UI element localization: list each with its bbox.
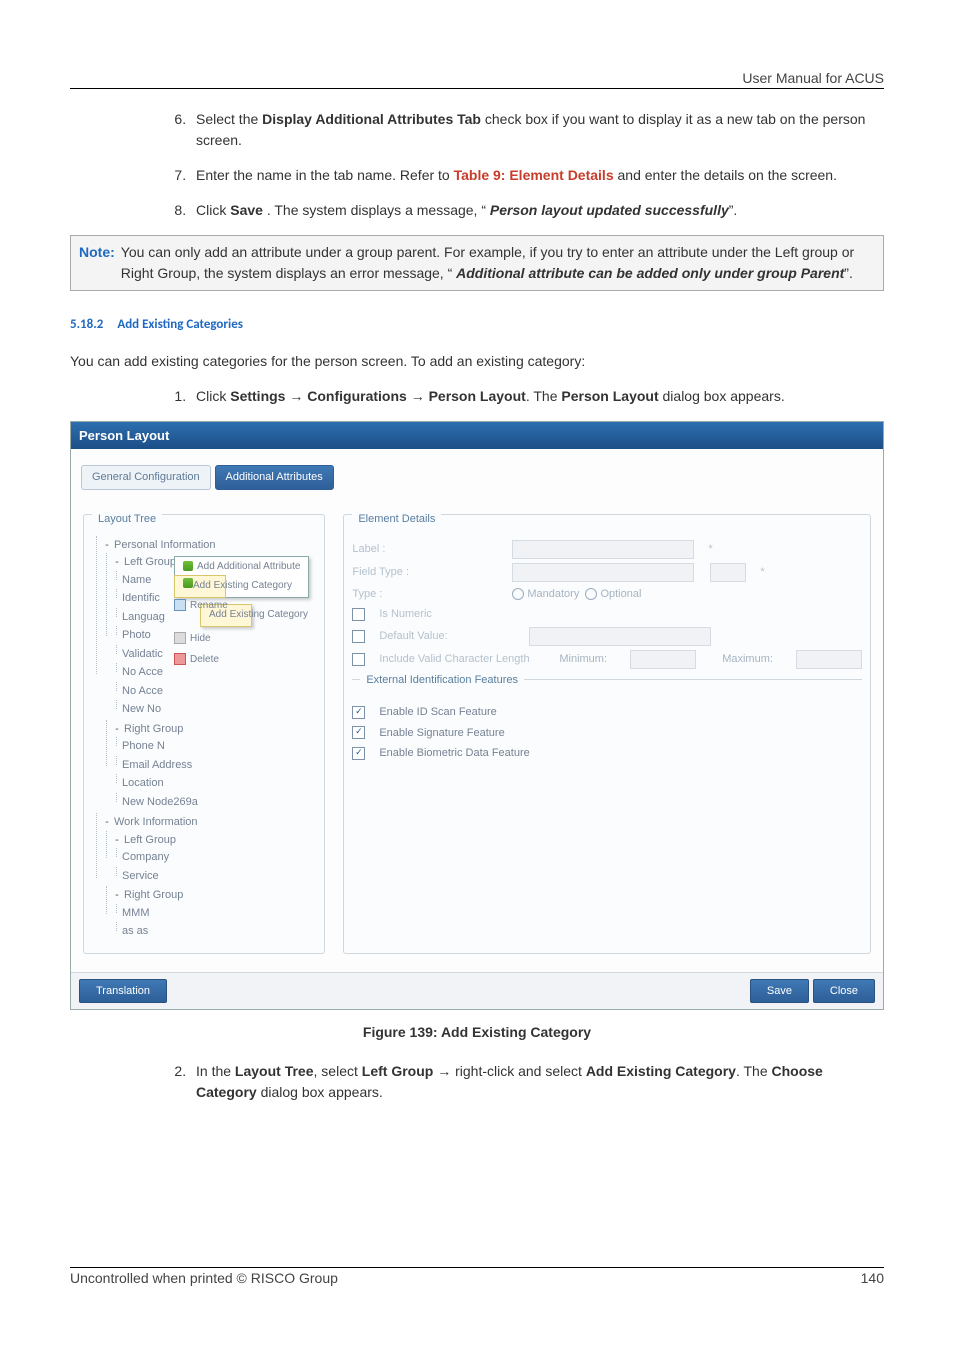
figure-caption: Figure 139: Add Existing Category [70, 1022, 884, 1043]
tree-service[interactable]: Service [122, 867, 316, 886]
chk-signature[interactable] [352, 726, 365, 739]
tree-left-group[interactable]: Left Group [124, 556, 176, 568]
ctx-rename[interactable]: Rename [174, 596, 236, 615]
delete-icon [174, 653, 186, 665]
tree-right-group2[interactable]: Right Group [124, 889, 183, 901]
field-type-dropdown-icon[interactable] [710, 563, 746, 582]
ctx-add-existing-category[interactable]: Add Existing Category [174, 575, 226, 598]
tree-left-group2[interactable]: Left Group [124, 834, 176, 846]
dialog-tabs: General Configuration Additional Attribu… [71, 449, 883, 490]
step2-1: Click Settings → Configurations → Person… [190, 386, 884, 407]
step-7: Enter the name in the tab name. Refer to… [190, 165, 884, 186]
field-type-select[interactable] [512, 563, 694, 582]
translation-button[interactable]: Translation [79, 979, 167, 1004]
tree-asas[interactable]: as as [122, 922, 316, 941]
add-icon [183, 561, 193, 571]
rename-icon [174, 599, 186, 611]
tree-location[interactable]: Location [122, 774, 316, 793]
chk-isnumeric[interactable] [352, 608, 365, 621]
body-content: Select the Display Additional Attributes… [70, 89, 884, 1103]
layout-tree: -Personal Information -Left Group Name I… [84, 536, 324, 953]
hide-icon [174, 632, 186, 644]
tree-work-info[interactable]: Work Information [114, 816, 198, 828]
note-label: Note: [71, 242, 121, 284]
tree-personal-info[interactable]: Personal Information [114, 539, 216, 551]
tree-email[interactable]: Email Address [122, 756, 316, 775]
tree-newnode[interactable]: New Node269a [122, 793, 316, 812]
add-icon [183, 578, 193, 588]
tree-no-acce2[interactable]: No Acce [122, 682, 316, 701]
ctx-delete[interactable]: Delete [174, 650, 236, 669]
radio-optional[interactable] [585, 588, 597, 600]
page-header: User Manual for ACUS [70, 70, 884, 89]
step-8: Click Save . The system displays a messa… [190, 200, 884, 221]
tree-mmm[interactable]: MMM [122, 904, 316, 923]
step2-2: In the Layout Tree, select Left Group → … [190, 1061, 884, 1103]
element-details-panel: Element Details Label :* Field Type :* T… [343, 514, 871, 954]
dialog-title: Person Layout [71, 422, 883, 450]
min-input[interactable] [630, 650, 696, 669]
radio-mandatory[interactable] [512, 588, 524, 600]
table-9-link[interactable]: Table 9: Element Details [454, 167, 614, 183]
section-heading: 5.18.2Add Existing Categories [70, 315, 884, 335]
intro-para: You can add existing categories for the … [70, 351, 884, 372]
default-value-input[interactable] [529, 627, 711, 646]
step-list-1: Select the Display Additional Attributes… [190, 109, 884, 221]
max-input[interactable] [796, 650, 862, 669]
tree-right-group[interactable]: Right Group [124, 723, 183, 735]
step-list-2: Click Settings → Configurations → Person… [190, 386, 884, 407]
footer-page-number: 140 [861, 1270, 884, 1286]
chk-default-value[interactable] [352, 630, 365, 643]
tree-phone[interactable]: Phone N [122, 737, 316, 756]
tab-general[interactable]: General Configuration [81, 465, 211, 490]
note-box: Note: You can only add an attribute unde… [70, 235, 884, 291]
ctx-hide[interactable]: Hide [174, 629, 236, 648]
figure-screenshot: Person Layout General Configuration Addi… [70, 421, 884, 1011]
page-footer: Uncontrolled when printed © RISCO Group … [70, 1267, 884, 1286]
chk-include-length[interactable] [352, 653, 365, 666]
dialog-bottom-bar: Translation Save Close [71, 972, 883, 1010]
context-menu-1: Add Additional Attribute Add Existing Ca… [174, 556, 309, 598]
layout-tree-panel: Layout Tree -Personal Information -Left … [83, 514, 325, 954]
tree-company[interactable]: Company [122, 848, 316, 867]
save-button[interactable]: Save [750, 979, 809, 1004]
external-id-features-panel: External Identification Features Enable … [352, 679, 862, 762]
step-list-3: In the Layout Tree, select Left Group → … [190, 1061, 884, 1103]
label-input[interactable] [512, 540, 694, 559]
context-menu-3: Rename Hide Delete [174, 596, 236, 669]
manual-title: User Manual for ACUS [742, 70, 884, 86]
step-6: Select the Display Additional Attributes… [190, 109, 884, 151]
chk-id-scan[interactable] [352, 706, 365, 719]
footer-left: Uncontrolled when printed © RISCO Group [70, 1270, 338, 1286]
tab-additional-attributes[interactable]: Additional Attributes [215, 465, 334, 490]
chk-biometric[interactable] [352, 747, 365, 760]
ctx-add-additional-attribute[interactable]: Add Additional Attribute [175, 557, 308, 576]
close-button[interactable]: Close [813, 979, 875, 1004]
tree-new-no[interactable]: New No [122, 700, 316, 719]
